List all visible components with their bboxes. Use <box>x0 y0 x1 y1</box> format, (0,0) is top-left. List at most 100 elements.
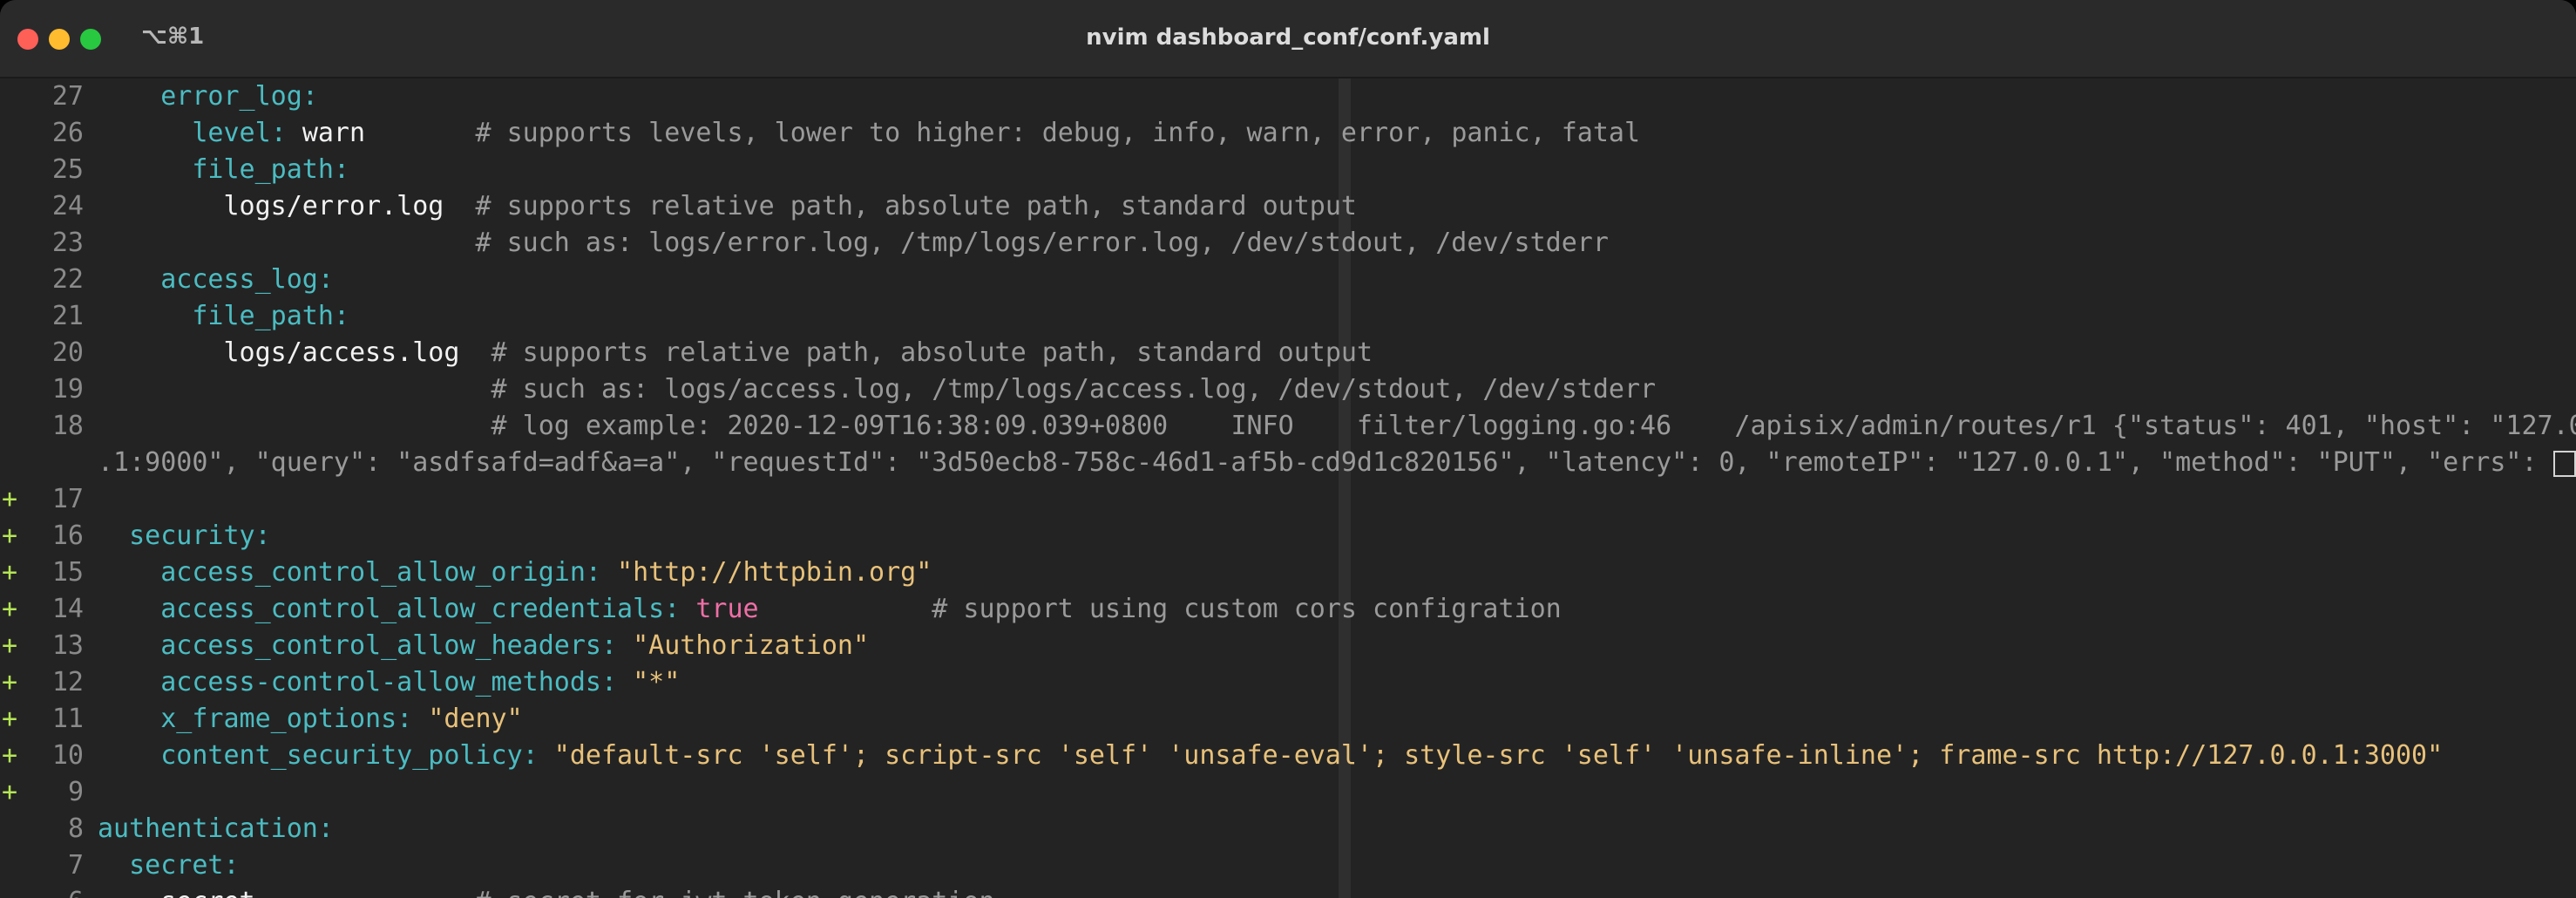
code-token: : <box>522 740 554 771</box>
line-code: # such as: logs/error.log, /tmp/logs/err… <box>98 225 1609 262</box>
code-token: file_path <box>192 154 334 185</box>
editor-line[interactable]: +9 <box>0 774 2576 811</box>
editor-line[interactable]: +15 access_control_allow_origin: "http:/… <box>0 554 2576 591</box>
line-number: 21 <box>51 301 84 331</box>
editor-buffer[interactable]: 27 error_log: 26 level: warn # supports l… <box>0 78 2576 898</box>
code-token: # support using custom cors configration <box>932 594 1562 624</box>
line-code: x_frame_options: "deny" <box>98 701 522 738</box>
editor-line[interactable]: 21 file_path: <box>0 298 2576 335</box>
editor-line[interactable]: +11 x_frame_options: "deny" <box>0 701 2576 738</box>
line-number: 12 <box>51 667 84 697</box>
code-token: access_control_allow_headers <box>160 630 601 661</box>
editor-line[interactable]: 22 access_log: <box>0 262 2576 298</box>
line-number: 22 <box>51 264 84 295</box>
code-token: : <box>302 81 318 112</box>
code-token: error_log <box>160 81 302 112</box>
code-token: "default-src 'self'; script-src 'self' '… <box>553 740 2444 771</box>
code-token: : <box>600 630 634 661</box>
code-token: : <box>270 118 302 148</box>
line-number: 7 <box>67 850 84 881</box>
line-number: 9 <box>67 777 84 807</box>
line-number: 6 <box>21 884 84 898</box>
code-token: access-control-allow_methods <box>160 667 601 697</box>
line-number: 13 <box>51 630 84 661</box>
line-code: # log example: 2020-12-09T16:38:09.039+0… <box>98 408 2576 445</box>
editor-line[interactable]: 26 level: warn # supports levels, lower … <box>0 115 2576 152</box>
editor-line[interactable]: 18 # log example: 2020-12-09T16:38:09.03… <box>0 408 2576 445</box>
code-token: level <box>192 118 271 148</box>
editor-line[interactable]: 8 authentication: <box>0 811 2576 847</box>
line-code: # such as: logs/access.log, /tmp/logs/ac… <box>98 371 1657 408</box>
editor-line[interactable]: +14 access_control_allow_credentials: tr… <box>0 591 2576 628</box>
code-token: : <box>223 850 240 881</box>
code-token: "Authorization" <box>633 630 870 661</box>
line-code: access_control_allow_origin: "http://htt… <box>98 554 932 591</box>
line-code: logs/access.log # supports relative path… <box>98 335 1373 371</box>
editor-line[interactable]: 6 secret # secret for jwt token generati… <box>0 884 2576 898</box>
code-token: : <box>317 813 334 844</box>
code-token: access_control_allow_origin <box>160 557 586 588</box>
line-number: 27 <box>51 81 84 112</box>
git-sign: + <box>2 484 18 514</box>
line-code: access_log: <box>98 262 334 298</box>
code-token: secret <box>129 850 224 881</box>
line-number: 19 <box>51 374 84 405</box>
editor-line[interactable]: +17 <box>0 481 2576 518</box>
code-token: true <box>695 594 759 624</box>
line-number: 18 <box>51 411 84 441</box>
title-bar: ⌥⌘1 nvim dashboard_conf/conf.yaml <box>0 0 2576 78</box>
code-token: # supports relative path, absolute path,… <box>475 191 1357 221</box>
code-token: x_frame_options <box>160 704 397 734</box>
window-title: nvim dashboard_conf/conf.yaml <box>1086 24 1490 51</box>
editor-line[interactable]: +16 security: <box>0 518 2576 554</box>
editor-line[interactable]: +12 access-control-allow_methods: "*" <box>0 664 2576 701</box>
line-code: secret # secret for jwt token generation <box>98 884 994 898</box>
editor-line[interactable]: 24 logs/error.log # supports relative pa… <box>0 188 2576 225</box>
line-number: 17 <box>51 484 84 514</box>
editor-line[interactable]: +10 content_security_policy: "default-sr… <box>0 738 2576 774</box>
line-code: level: warn # supports levels, lower to … <box>98 115 1640 152</box>
git-sign: + <box>2 667 18 697</box>
line-code: access_control_allow_credentials: true #… <box>98 591 1562 628</box>
code-token: # supports levels, lower to higher: debu… <box>475 118 1641 148</box>
line-code: content_security_policy: "default-src 's… <box>98 738 2443 774</box>
code-token: : <box>254 520 271 551</box>
code-token: : <box>664 594 696 624</box>
line-number: 25 <box>51 154 84 185</box>
git-sign: + <box>2 704 18 734</box>
code-token: : <box>397 704 429 734</box>
code-token: # such as: logs/error.log, /tmp/logs/err… <box>475 228 1609 258</box>
editor-line[interactable]: 7 secret: <box>0 847 2576 884</box>
editor-line-wrap[interactable]: .1:9000", "query": "asdfsafd=adf&a=a", "… <box>0 445 2576 481</box>
editor-line[interactable]: +13 access_control_allow_headers: "Autho… <box>0 628 2576 664</box>
line-number: 14 <box>51 594 84 624</box>
terminal-window: ⌥⌘1 nvim dashboard_conf/conf.yaml 27 err… <box>0 0 2576 898</box>
code-token: file_path <box>192 301 334 331</box>
editor-line[interactable]: 20 logs/access.log # supports relative p… <box>0 335 2576 371</box>
editor-line[interactable]: 25 file_path: <box>0 152 2576 188</box>
line-number: 16 <box>51 520 84 551</box>
editor-line[interactable]: 27 error_log: <box>0 78 2576 115</box>
editor-line[interactable]: 23 # such as: logs/error.log, /tmp/logs/… <box>0 225 2576 262</box>
code-token: warn <box>302 118 366 148</box>
code-token: # supports relative path, absolute path,… <box>491 337 1373 368</box>
line-code: authentication: <box>98 811 334 847</box>
editor-line[interactable]: 19 # such as: logs/access.log, /tmp/logs… <box>0 371 2576 408</box>
code-token: content_security_policy <box>160 740 523 771</box>
code-token: access_control_allow_credentials <box>160 594 665 624</box>
line-code: error_log: <box>98 78 318 115</box>
